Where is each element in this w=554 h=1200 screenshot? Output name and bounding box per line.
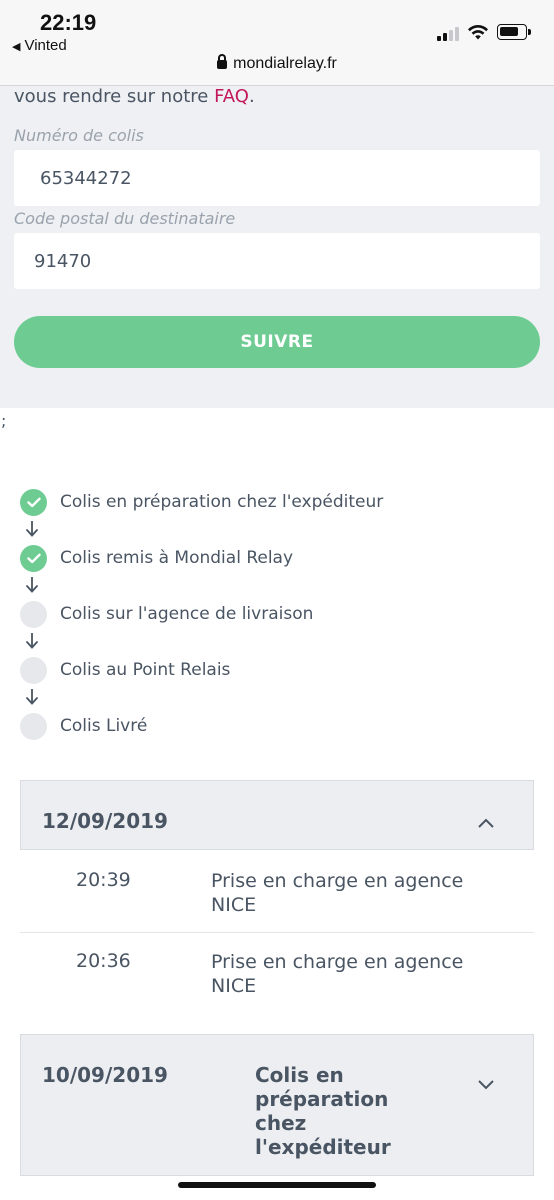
history-event: 20:36 Prise en charge en agence NICE <box>20 950 534 1010</box>
down-arrow-icon <box>25 577 39 593</box>
back-arrow-icon: ◀ <box>12 41 21 53</box>
clock: 22:19 <box>40 10 97 35</box>
step-delivered: Colis Livré <box>20 712 147 740</box>
empty-circle-icon <box>20 712 47 740</box>
event-description: Prise en charge en agence NICE <box>211 869 511 917</box>
empty-circle-icon <box>20 656 47 684</box>
stray-character: ; <box>1 411 7 430</box>
history-status: Colis en préparation chez l'expéditeur <box>255 1063 405 1159</box>
url-text: mondialrelay.fr <box>233 55 337 72</box>
intro-suffix: . <box>248 86 255 107</box>
history-date-header[interactable]: 12/09/2019 <box>20 780 534 850</box>
address-bar[interactable]: mondialrelay.fr <box>0 54 554 73</box>
step-label: Colis Livré <box>60 716 148 736</box>
down-arrow-icon <box>25 689 39 705</box>
step-label: Colis au Point Relais <box>60 660 231 680</box>
history-event: 20:39 Prise en charge en agence NICE <box>20 869 534 929</box>
event-description: Prise en charge en agence NICE <box>211 950 511 998</box>
tracking-form: vous rendre sur notre FAQ. Numéro de col… <box>0 86 554 408</box>
parcel-number-value: 65344272 <box>40 167 132 189</box>
postal-code-field[interactable]: 91470 <box>14 233 540 289</box>
battery-icon <box>497 24 531 40</box>
back-to-app-link[interactable]: ◀ Vinted <box>12 37 67 54</box>
parcel-number-label: Numéro de colis <box>14 126 144 145</box>
wifi-icon <box>468 24 488 40</box>
event-description-line: Prise en charge en agence <box>211 870 464 892</box>
event-description-line: Prise en charge en agence <box>211 951 464 973</box>
back-app-label: Vinted <box>24 37 67 54</box>
chevron-down-icon[interactable] <box>477 1079 495 1091</box>
home-indicator[interactable] <box>178 1182 376 1188</box>
history-date-header[interactable]: 10/09/2019 Colis en préparation chez l'e… <box>20 1034 534 1176</box>
track-button[interactable]: SUIVRE <box>14 316 540 368</box>
down-arrow-icon <box>25 521 39 537</box>
postal-code-label: Code postal du destinataire <box>14 209 236 228</box>
event-time: 20:39 <box>76 869 131 891</box>
empty-circle-icon <box>20 600 47 628</box>
step-handed-over: Colis remis à Mondial Relay <box>20 544 293 572</box>
faq-link[interactable]: FAQ <box>214 86 249 107</box>
event-divider <box>20 932 534 933</box>
step-label: Colis remis à Mondial Relay <box>60 548 294 568</box>
intro-prefix: vous rendre sur notre <box>14 86 215 107</box>
step-label: Colis en préparation chez l'expéditeur <box>60 492 384 512</box>
step-preparation: Colis en préparation chez l'expéditeur <box>20 488 383 516</box>
history-status-line: chez <box>255 1111 307 1135</box>
check-circle-icon <box>20 488 47 516</box>
history-date: 10/09/2019 <box>42 1063 168 1087</box>
event-location: NICE <box>211 975 257 997</box>
lock-icon <box>217 54 228 69</box>
event-time: 20:36 <box>76 950 131 972</box>
event-location: NICE <box>211 894 257 916</box>
check-circle-icon <box>20 544 47 572</box>
step-delivery-agency: Colis sur l'agence de livraison <box>20 600 313 628</box>
history-status-line: préparation <box>255 1087 389 1111</box>
postal-code-value: 91470 <box>34 250 92 272</box>
step-label: Colis sur l'agence de livraison <box>60 604 314 624</box>
chevron-up-icon[interactable] <box>477 817 495 829</box>
cellular-signal-icon <box>437 25 461 41</box>
history-status-line: l'expéditeur <box>255 1135 391 1159</box>
down-arrow-icon <box>25 633 39 649</box>
step-relay-point: Colis au Point Relais <box>20 656 230 684</box>
intro-text: vous rendre sur notre FAQ. <box>14 86 255 107</box>
browser-status-bar: 22:19 ◀ Vinted mondialrelay.fr <box>0 0 554 86</box>
parcel-number-field[interactable]: 65344272 <box>14 150 540 206</box>
history-status-line: Colis en <box>255 1063 344 1087</box>
history-date: 12/09/2019 <box>42 809 168 833</box>
